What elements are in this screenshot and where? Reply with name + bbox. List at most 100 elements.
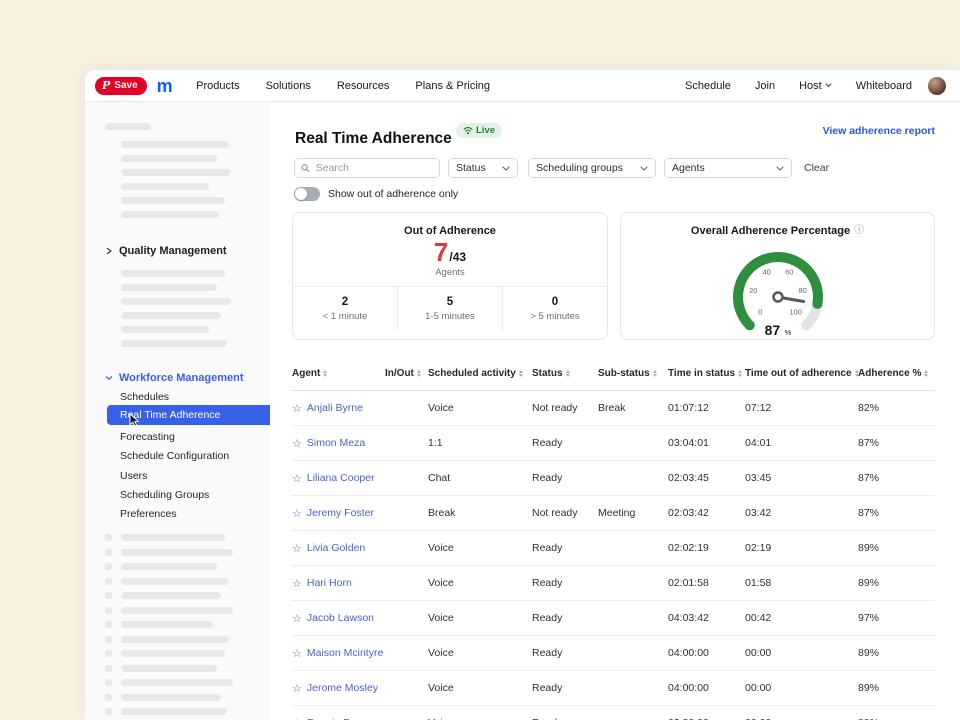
sidebar-item-forecasting[interactable]: Forecasting	[120, 428, 175, 446]
skeleton-bar	[121, 155, 217, 162]
nav-item-products[interactable]: Products	[196, 80, 239, 92]
agent-name-cell[interactable]: ☆Reggie Pearson	[292, 717, 385, 720]
table-row[interactable]: ☆Anjali ByrneVoiceNot readyBreak01:07:12…	[292, 391, 935, 426]
skeleton-bar	[121, 326, 209, 333]
star-icon[interactable]: ☆	[292, 612, 302, 625]
table-row[interactable]: ☆Jacob LawsonVoiceReady04:03:4200:4297%	[292, 601, 935, 636]
agents-dropdown[interactable]: Agents	[664, 158, 792, 178]
agent-name-cell[interactable]: ☆ Jeremy Foster	[292, 507, 385, 520]
nav-item-whiteboard[interactable]: Whiteboard	[856, 80, 912, 92]
show-out-of-adherence-toggle[interactable]	[294, 187, 320, 201]
table-row[interactable]: ☆Maison McintyreVoiceReady04:00:0000:008…	[292, 636, 935, 671]
agent-name-cell[interactable]: ☆ Jacob Lawson	[292, 612, 385, 625]
live-status-badge: Live	[456, 123, 502, 138]
star-icon[interactable]: ☆	[292, 472, 302, 485]
table-row[interactable]: ☆Liliana CooperChatReady02:03:4503:4587%	[292, 461, 935, 496]
nav-item-host[interactable]: Host	[799, 80, 832, 92]
skeleton-bar	[121, 141, 229, 148]
agent-name-cell[interactable]: ☆ Jerome Mosley	[292, 682, 385, 695]
scheduling-groups-dropdown[interactable]: Scheduling groups	[528, 158, 656, 178]
agent-name-cell[interactable]: ☆ Anjali Byrne	[292, 402, 385, 415]
agent-name[interactable]: Anjali Byrne	[307, 402, 363, 414]
adherence-breakdown: 2 < 1 minute 5 1-5 minutes 0 > 5 minutes	[293, 287, 607, 331]
agent-name[interactable]: Livia Golden	[307, 542, 365, 554]
star-icon[interactable]: ☆	[292, 717, 302, 720]
table-row[interactable]: ☆Hari HornVoiceReady02:01:5801:5889%	[292, 566, 935, 601]
star-icon[interactable]: ☆	[292, 542, 302, 555]
agent-name[interactable]: Hari Horn	[307, 577, 352, 589]
nav-item-resources[interactable]: Resources	[337, 80, 390, 92]
skeleton-bar	[121, 534, 225, 541]
star-icon[interactable]: ☆	[292, 402, 302, 415]
breakdown-value: 2	[342, 296, 348, 308]
user-avatar[interactable]	[928, 77, 946, 95]
sidebar-item-quality-management[interactable]: Quality Management	[85, 242, 270, 260]
table-row[interactable]: ☆Reggie PearsonVoiceReady03:30:0000:0089…	[292, 706, 935, 720]
count-total: /43	[449, 250, 466, 264]
agent-name[interactable]: Maison Mcintyre	[307, 647, 383, 659]
search-box[interactable]	[294, 158, 440, 178]
agent-name-cell[interactable]: ☆ Liliana Cooper	[292, 472, 385, 485]
view-adherence-report-link[interactable]: View adherence report	[823, 125, 935, 137]
sidebar-item-schedules[interactable]: Schedules	[120, 388, 169, 406]
sidebar-item-users[interactable]: Users	[120, 467, 147, 485]
table-row[interactable]: ☆Jerome MosleyVoiceReady04:00:0000:0089%	[292, 671, 935, 706]
skeleton-bar	[121, 636, 229, 643]
main-nav: Products Solutions Resources Plans & Pri…	[196, 80, 490, 92]
status-dropdown[interactable]: Status	[448, 158, 518, 178]
count-unit: Agents	[293, 267, 607, 278]
breakdown-1-5-minutes: 5 1-5 minutes	[397, 287, 502, 331]
breakdown-value: 5	[447, 296, 453, 308]
in-out-cell	[385, 647, 428, 659]
table-row[interactable]: ☆Jeremy FosterBreakNot readyMeeting02:03…	[292, 496, 935, 531]
table-row[interactable]: ☆Livia GoldenVoiceReady02:02:1902:1989%	[292, 531, 935, 566]
sort-icon	[566, 370, 570, 377]
out-of-adherence-count: 7 /43	[293, 239, 607, 265]
clear-filters-button[interactable]: Clear	[804, 162, 829, 174]
star-icon[interactable]: ☆	[292, 437, 302, 450]
agent-name[interactable]: Jacob Lawson	[307, 612, 374, 624]
sidebar-item-workforce-management[interactable]: Workforce Management	[85, 369, 270, 387]
star-icon[interactable]: ☆	[292, 682, 302, 695]
column-header-scheduled-activity[interactable]: Scheduled activity	[428, 368, 532, 379]
agent-name[interactable]: Jeremy Foster	[307, 507, 374, 519]
count-value: 7	[434, 239, 448, 265]
table-row[interactable]: ☆Simon Meza1:1Ready03:04:0104:0187%	[292, 426, 935, 461]
sidebar-item-preferences[interactable]: Preferences	[120, 505, 177, 523]
column-header-agent[interactable]: Agent	[292, 368, 385, 379]
skeleton-bar	[121, 197, 225, 204]
sidebar-item-scheduling-groups[interactable]: Scheduling Groups	[120, 486, 209, 504]
time-out-of-adherence-cell: 00:42	[745, 612, 858, 624]
agent-name-cell[interactable]: ☆ Hari Horn	[292, 577, 385, 590]
column-header-in-out[interactable]: In/Out	[385, 368, 428, 379]
column-header-time-in-status[interactable]: Time in status	[668, 368, 745, 379]
pinterest-save-button[interactable]: P Save	[95, 77, 147, 95]
status-cell: Ready	[532, 682, 598, 694]
sidebar-item-real-time-adherence-selected[interactable]: Real Time Adherence	[107, 405, 270, 425]
column-header-status[interactable]: Status	[532, 368, 598, 379]
star-icon[interactable]: ☆	[292, 507, 302, 520]
agent-name[interactable]: Liliana Cooper	[307, 472, 375, 484]
column-header-time-out-of-adherence[interactable]: Time out of adherence	[745, 368, 858, 379]
sidebar-item-schedule-configuration[interactable]: Schedule Configuration	[120, 447, 229, 465]
agent-name[interactable]: Simon Meza	[307, 437, 365, 449]
info-icon[interactable]: ⓘ	[854, 226, 864, 236]
nav-item-schedule[interactable]: Schedule	[685, 80, 731, 92]
skeleton-bar	[121, 183, 209, 190]
star-icon[interactable]: ☆	[292, 647, 302, 660]
column-header-adherence-pct[interactable]: Adherence %	[858, 368, 935, 379]
zoom-logo[interactable]: m	[157, 77, 173, 95]
nav-item-solutions[interactable]: Solutions	[266, 80, 311, 92]
column-header-sub-status[interactable]: Sub-status	[598, 368, 668, 379]
agent-name-cell[interactable]: ☆ Livia Golden	[292, 542, 385, 555]
agent-name-cell[interactable]: ☆ Simon Meza	[292, 437, 385, 450]
scheduled-activity-cell: Break	[428, 507, 532, 519]
nav-item-join[interactable]: Join	[755, 80, 775, 92]
agent-name[interactable]: Jerome Mosley	[307, 682, 378, 694]
agent-name-cell[interactable]: ☆ Maison Mcintyre	[292, 647, 385, 660]
skeleton-bar	[121, 592, 221, 599]
adherence-cell: 97%	[858, 612, 935, 624]
star-icon[interactable]: ☆	[292, 577, 302, 590]
search-input[interactable]	[314, 161, 433, 175]
nav-item-plans-pricing[interactable]: Plans & Pricing	[415, 80, 490, 92]
